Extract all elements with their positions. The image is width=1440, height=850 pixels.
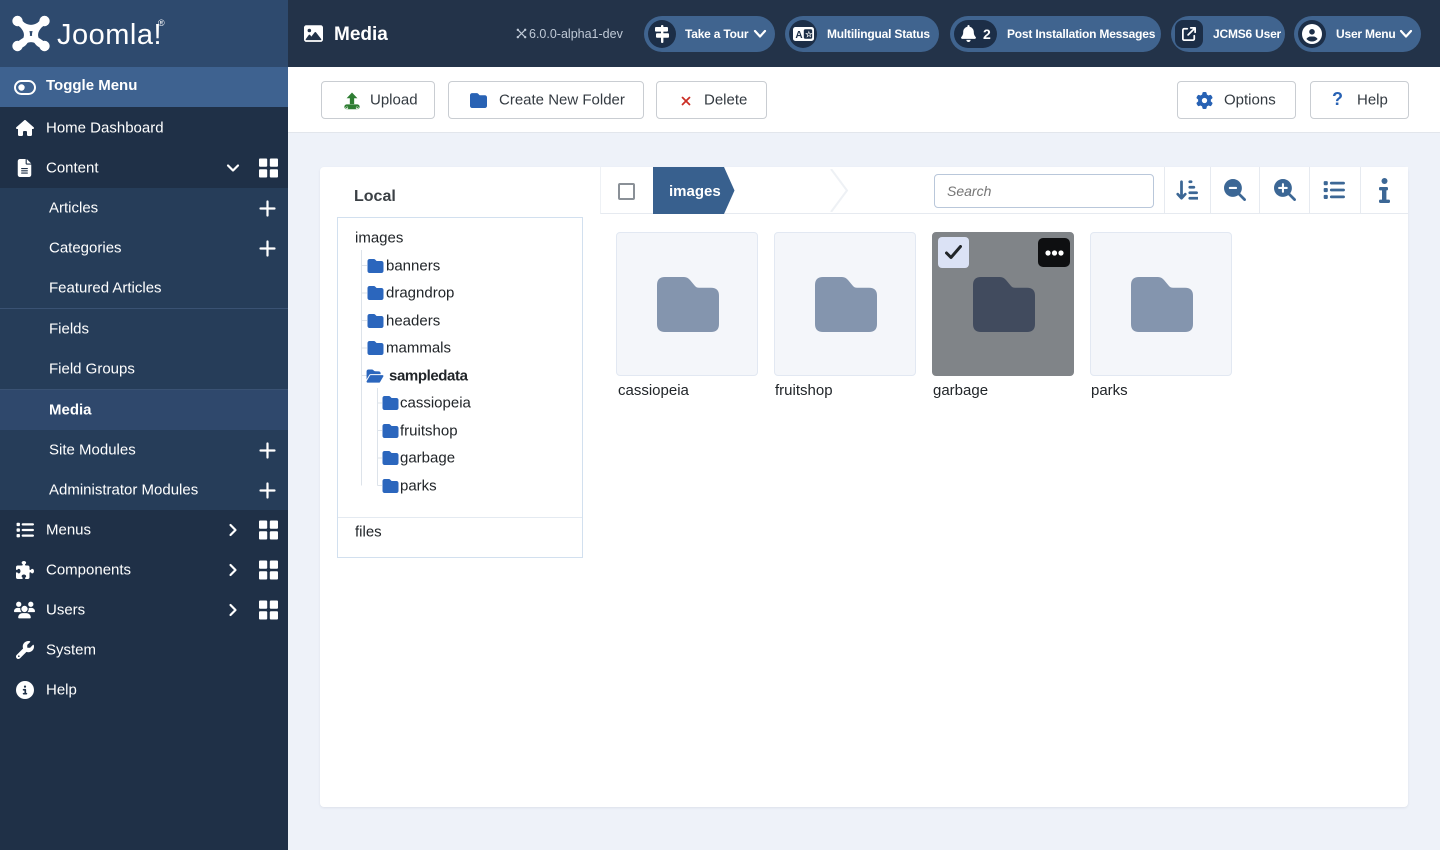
svg-text:®: ® xyxy=(158,18,165,28)
svg-text:A: A xyxy=(795,30,802,41)
svg-text:☆: ☆ xyxy=(805,30,813,39)
svg-text:images: images xyxy=(669,183,721,200)
svg-text:Joomla!: Joomla! xyxy=(57,19,162,51)
